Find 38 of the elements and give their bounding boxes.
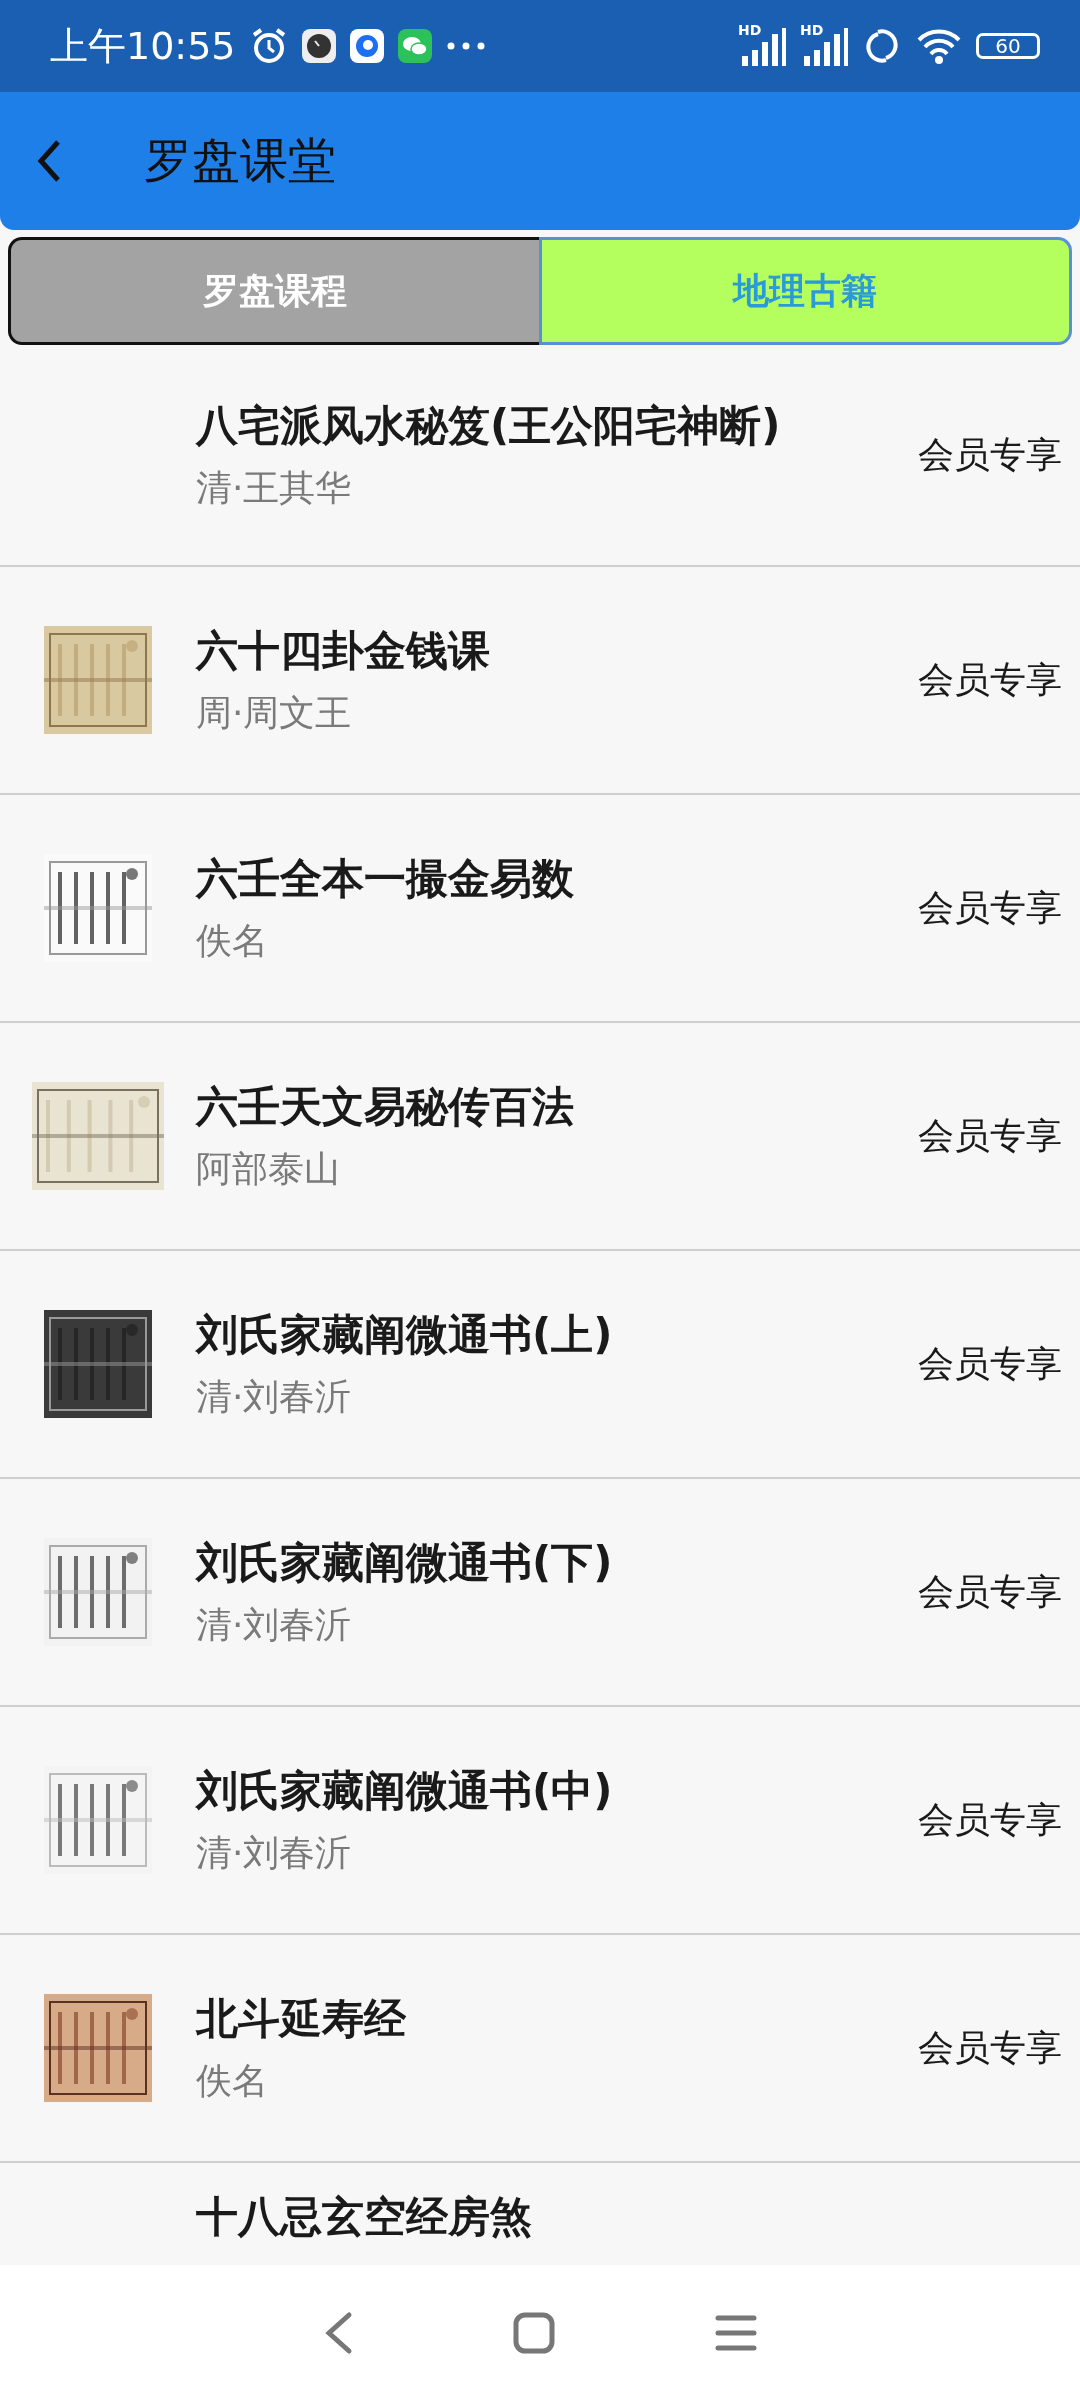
clock-app-icon bbox=[301, 29, 336, 63]
member-label: 会员专享 bbox=[918, 885, 1062, 930]
book-title[interactable]: 刘氏家藏阐微通书(下) bbox=[196, 1534, 918, 1591]
book-author: 周·周文王 bbox=[196, 690, 353, 735]
chat-app-icon bbox=[397, 29, 432, 63]
member-label: 会员专享 bbox=[918, 1113, 1062, 1158]
member-label: 会员专享 bbox=[918, 1341, 1062, 1386]
hd-label: HD bbox=[800, 22, 824, 38]
book-title[interactable]: 十八忌玄空经房煞 bbox=[196, 2189, 1062, 2245]
book-author: 清·刘春沂 bbox=[196, 1374, 353, 1419]
book-title[interactable]: 北斗延寿经 bbox=[196, 1990, 918, 2047]
member-label: 会员专享 bbox=[918, 2025, 1062, 2070]
member-label: 会员专享 bbox=[918, 1569, 1062, 1614]
ring-app-icon bbox=[349, 29, 384, 63]
home-icon[interactable] bbox=[513, 2311, 555, 2354]
book-author: 清·刘春沂 bbox=[196, 1830, 353, 1875]
book-title[interactable]: 八宅派风水秘笈(王公阳宅神断) bbox=[196, 397, 918, 454]
book-author: 清·王其华 bbox=[196, 465, 353, 510]
member-label: 会员专享 bbox=[918, 1797, 1062, 1842]
hd-label: HD bbox=[738, 22, 762, 38]
book-title[interactable]: 六壬全本一撮金易数 bbox=[196, 850, 918, 907]
book-title[interactable]: 刘氏家藏阐微通书(中) bbox=[196, 1762, 918, 1819]
back-icon[interactable] bbox=[323, 2310, 353, 2355]
book-title[interactable]: 六壬天文易秘传百法 bbox=[196, 1078, 918, 1135]
more-icon bbox=[445, 41, 486, 51]
book-author: 佚名 bbox=[196, 918, 269, 963]
book-title[interactable]: 刘氏家藏阐微通书(上) bbox=[196, 1306, 918, 1363]
member-label: 会员专享 bbox=[918, 432, 1062, 477]
page-title: 罗盘课堂 bbox=[144, 131, 336, 190]
book-author: 阿部泰山 bbox=[196, 1146, 341, 1191]
member-label: 会员专享 bbox=[918, 657, 1062, 702]
battery-icon: 60 bbox=[976, 33, 1040, 59]
book-title[interactable]: 六十四卦金钱课 bbox=[196, 622, 918, 679]
back-icon[interactable] bbox=[36, 139, 62, 183]
wifi-icon bbox=[916, 28, 962, 64]
book-author: 清·刘春沂 bbox=[196, 1602, 353, 1647]
status-time: 上午10:55 bbox=[50, 22, 236, 70]
book-author: 佚名 bbox=[196, 2058, 269, 2103]
